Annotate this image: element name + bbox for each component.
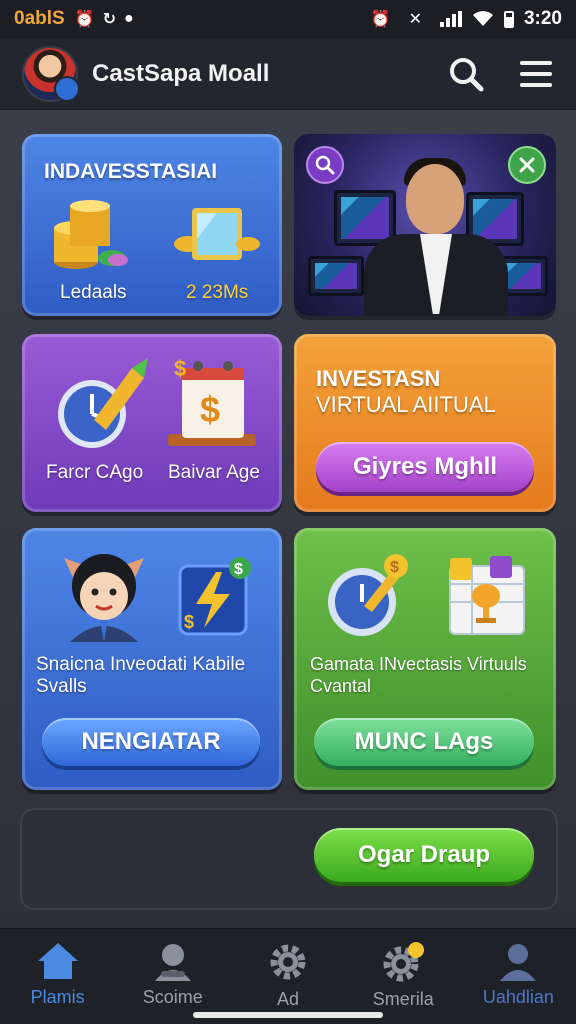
status-time: 3:20	[523, 8, 562, 29]
svg-text:$: $	[184, 612, 194, 632]
svg-text:$: $	[234, 561, 243, 578]
account-icon	[500, 944, 537, 981]
footer-card: Ogar Draup	[20, 808, 558, 910]
mute-icon: ✕	[408, 11, 422, 28]
nav-label-uahdlian: Uahdlian	[482, 987, 554, 1007]
card-presenter-image[interactable]	[294, 134, 556, 316]
card4-title-line2: VIRTUAL AIITUAL	[316, 392, 496, 417]
search-icon	[450, 57, 484, 91]
card5-text-line1: Snaicna Inveodati Kabile	[36, 654, 246, 675]
card-gamata-invectasis[interactable]: $ Gamata INvectasis Virtuuls Cvantal MUN…	[294, 528, 556, 790]
card3-caption-right: Baivar Age	[168, 462, 260, 483]
alarm-clock-icon: ⏰	[370, 11, 391, 28]
clock-key-icon: $	[328, 554, 408, 636]
avatar[interactable]	[22, 45, 80, 102]
svg-text:$: $	[200, 389, 220, 430]
card1-caption-left: Ledaals	[60, 282, 127, 303]
card1-caption-right: 2 23Ms	[186, 282, 249, 303]
battery-icon	[503, 10, 514, 28]
card-investasn-virtual[interactable]: INVESTASN VIRTUAL AIITUAL Giyres Mghll	[294, 334, 556, 512]
giyres-mghll-button[interactable]: Giyres Mghll	[316, 442, 534, 492]
nav-label-plamis: Plamis	[30, 987, 85, 1007]
zoom-button[interactable]	[306, 146, 344, 184]
card-indavesstasiai[interactable]: INDAVESSTASIAI Ledaals 2 23Ms	[22, 134, 282, 316]
nengiatar-button[interactable]: NENGIATAR	[42, 718, 260, 766]
card6-text-line1: Gamata INvectasis Virtuuls	[310, 654, 527, 674]
dot-icon: ●	[124, 10, 134, 27]
app-header: CastSapa Moall	[0, 38, 576, 110]
svg-text:$: $	[390, 559, 399, 576]
card1-title: INDAVESSTASIAI	[44, 160, 218, 183]
nav-item-plamis[interactable]: Plamis	[0, 929, 115, 1024]
app-title: CastSapa Moall	[92, 59, 270, 87]
wifi-icon	[472, 11, 493, 26]
lightning-money-icon: $ $	[178, 557, 251, 636]
card6-text-line2: Cvantal	[310, 676, 372, 696]
carrier-label: 0ablS	[14, 8, 65, 29]
nav-item-uahdlian[interactable]: Uahdlian	[461, 929, 576, 1024]
close-button[interactable]	[508, 146, 546, 184]
coin-stack-icon	[54, 200, 128, 269]
search-button[interactable]	[448, 56, 484, 92]
menu-button[interactable]	[518, 56, 554, 92]
search-icon	[315, 155, 335, 175]
sync-icon: ↻	[102, 11, 117, 28]
cartoon-avatar-icon	[64, 554, 144, 642]
gear-badge-icon	[383, 942, 425, 982]
clock-pencil-icon	[58, 358, 148, 448]
card3-caption-left: Farcr CAgo	[46, 462, 144, 483]
ogar-draup-button[interactable]: Ogar Draup	[314, 828, 534, 882]
card5-text-line2: Svalls	[36, 676, 87, 697]
gear-icon	[270, 944, 306, 980]
calendar-dollar-icon: $ $	[168, 356, 256, 446]
nav-item-ad[interactable]: Ad	[230, 929, 345, 1024]
alarm-icon: ⏰	[74, 11, 95, 28]
munc-lags-button[interactable]: MUNC LAgs	[314, 718, 534, 766]
home-indicator[interactable]	[193, 1012, 383, 1018]
nav-label-scoime: Scoime	[142, 987, 203, 1007]
close-icon	[519, 157, 535, 173]
status-bar: 0ablS ⏰ ↻ ● ⏰ ✕ 3:20	[0, 0, 576, 38]
bottom-nav: Plamis Scoime Ad Smerila Uahdlian	[0, 928, 576, 1024]
signal-icon	[439, 11, 462, 27]
main-content: INDAVESSTASIAI Ledaals 2 23Ms $ $ Farcr …	[0, 110, 576, 928]
nav-label-ad: Ad	[276, 989, 300, 1009]
hamburger-menu-icon	[520, 60, 552, 87]
card4-title-line1: INVESTASN	[316, 366, 441, 391]
nav-item-scoime[interactable]: Scoime	[115, 929, 230, 1024]
nav-item-smerila[interactable]: Smerila	[346, 929, 461, 1024]
person-icon	[154, 944, 191, 981]
nav-label-smerila: Smerila	[372, 989, 434, 1009]
svg-text:$: $	[174, 356, 186, 381]
screen-coin-icon	[174, 208, 260, 260]
spreadsheet-trophy-icon	[449, 556, 525, 635]
card-farcr-cago[interactable]: $ $ Farcr CAgo Baivar Age	[22, 334, 282, 512]
home-icon	[37, 943, 78, 979]
card-snaicna-inveodati[interactable]: $ $ Snaicna Inveodati Kabile Svalls NENG…	[22, 528, 282, 790]
